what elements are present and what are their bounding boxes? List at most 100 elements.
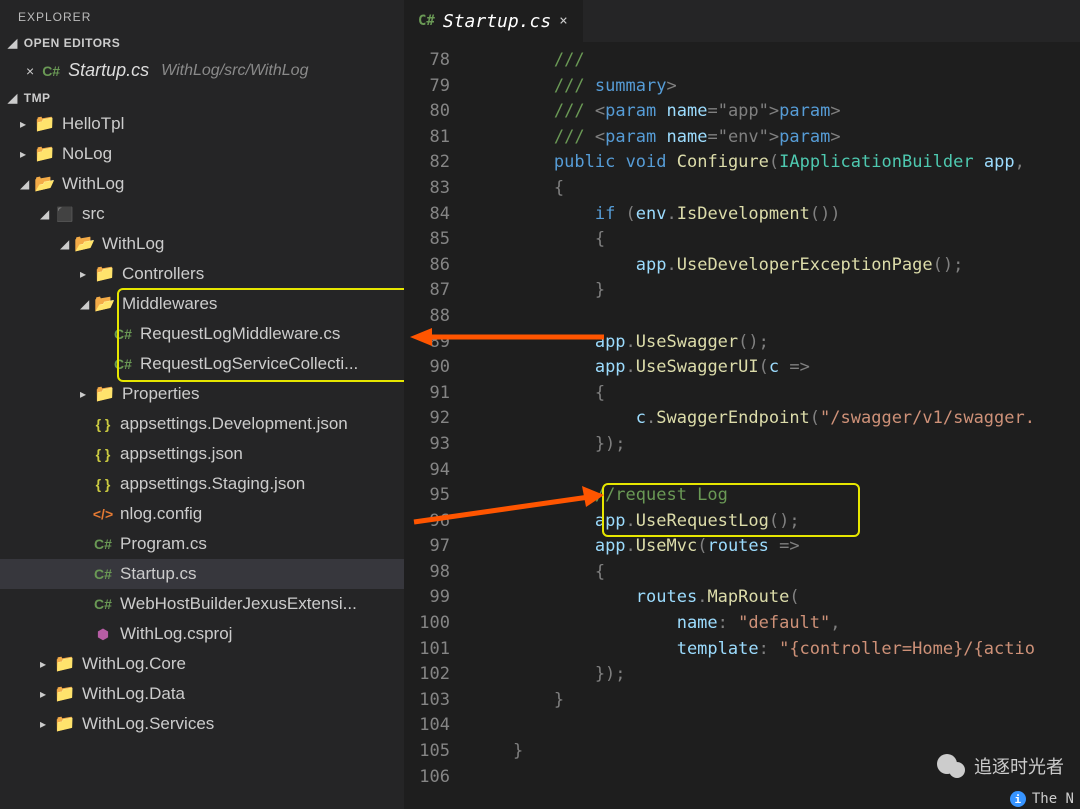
tree-label: WithLog.Services	[82, 714, 214, 734]
folder-icon: 📁	[56, 685, 74, 703]
tree-folder-middlewares[interactable]: ◢📂 Middlewares	[0, 289, 404, 319]
tree-label: WithLog.csproj	[120, 624, 232, 644]
csharp-icon: C#	[42, 63, 60, 79]
tree-label: Controllers	[122, 264, 204, 284]
tree-file[interactable]: { } appsettings.Development.json	[0, 409, 404, 439]
tab-label: Startup.cs	[443, 11, 551, 32]
tree-file[interactable]: C#RequestLogServiceCollecti...	[0, 349, 404, 379]
tree-label: HelloTpl	[62, 114, 124, 134]
open-editor-file[interactable]: × C# Startup.cs WithLog/src/WithLog	[0, 54, 404, 87]
info-icon: i	[1010, 791, 1026, 807]
tree-label: NoLog	[62, 144, 112, 164]
tree-folder[interactable]: ▸📁 Controllers	[0, 259, 404, 289]
code-content[interactable]: /// /// summary> /// <param name="app">p…	[472, 42, 1080, 809]
chevron-down-icon: ◢	[60, 237, 74, 251]
csharp-icon: C#	[94, 565, 112, 583]
tree-label: appsettings.Development.json	[120, 414, 348, 434]
watermark-text: 追逐时光者	[974, 753, 1064, 779]
open-file-name: Startup.cs	[68, 60, 149, 81]
workspace-label: TMP	[24, 91, 51, 105]
tree-file[interactable]: </> nlog.config	[0, 499, 404, 529]
explorer-sidebar: EXPLORER ◢ OPEN EDITORS × C# Startup.cs …	[0, 0, 404, 809]
csharp-icon: C#	[94, 595, 112, 613]
open-editors-label: OPEN EDITORS	[24, 36, 120, 50]
tree-label: WithLog.Data	[82, 684, 185, 704]
status-text: The N	[1032, 791, 1074, 807]
chevron-down-icon: ◢	[80, 297, 94, 311]
chevron-right-icon: ▸	[20, 147, 34, 161]
folder-open-icon: 📂	[96, 295, 114, 313]
tree-file[interactable]: C# Program.cs	[0, 529, 404, 559]
folder-open-icon: 📂	[36, 175, 54, 193]
tree-folder[interactable]: ◢📂 WithLog	[0, 169, 404, 199]
folder-icon: 📁	[96, 265, 114, 283]
line-gutter: 7879808182838485868788899091929394959697…	[404, 42, 472, 809]
explorer-title: EXPLORER	[0, 0, 404, 32]
tree-file[interactable]: ⬢ WithLog.csproj	[0, 619, 404, 649]
tree-folder[interactable]: ▸📁 WithLog.Core	[0, 649, 404, 679]
csharp-icon: C#	[94, 535, 112, 553]
tree-folder[interactable]: ▸📁 Properties	[0, 379, 404, 409]
tabs-bar: C# Startup.cs ×	[404, 0, 1080, 42]
tree-file[interactable]: { } appsettings.Staging.json	[0, 469, 404, 499]
tree-folder[interactable]: ▸📁 WithLog.Services	[0, 709, 404, 739]
open-file-path: WithLog/src/WithLog	[161, 62, 308, 80]
chevron-right-icon: ▸	[40, 687, 54, 701]
tree-folder[interactable]: ◢📂 WithLog	[0, 229, 404, 259]
folder-icon: 📁	[36, 145, 54, 163]
tree-label: src	[82, 204, 105, 224]
tree-label: WebHostBuilderJexusExtensi...	[120, 594, 357, 614]
csharp-icon: C#	[418, 13, 435, 29]
tree-label: nlog.config	[120, 504, 202, 524]
folder-icon: 📁	[56, 715, 74, 733]
chevron-down-icon: ◢	[8, 36, 18, 50]
editor-area: C# Startup.cs × 787980818283848586878889…	[404, 0, 1080, 809]
status-hint: i The N	[1010, 791, 1074, 807]
tree-file[interactable]: { } appsettings.json	[0, 439, 404, 469]
folder-icon: 📁	[96, 385, 114, 403]
tree-label: Properties	[122, 384, 199, 404]
chevron-down-icon: ◢	[8, 91, 18, 105]
src-folder-icon: ⬛	[56, 205, 74, 223]
chevron-right-icon: ▸	[80, 387, 94, 401]
tree-folder[interactable]: ▸📁 HelloTpl	[0, 109, 404, 139]
folder-open-icon: 📂	[76, 235, 94, 253]
open-editors-header[interactable]: ◢ OPEN EDITORS	[0, 32, 404, 54]
tree-label: appsettings.json	[120, 444, 243, 464]
tree-label: RequestLogMiddleware.cs	[140, 324, 340, 344]
tab-startup[interactable]: C# Startup.cs ×	[404, 0, 583, 42]
file-tree: ▸📁HelloTpl ▸📁NoLog ◢📂WithLog ◢⬛src ◢📂Wit…	[0, 109, 404, 809]
watermark: 追逐时光者	[936, 753, 1064, 779]
chevron-right-icon: ▸	[40, 657, 54, 671]
tree-folder[interactable]: ▸📁 NoLog	[0, 139, 404, 169]
csharp-icon: C#	[114, 325, 132, 343]
json-icon: { }	[94, 415, 112, 433]
chevron-right-icon: ▸	[80, 267, 94, 281]
tree-folder[interactable]: ◢⬛src	[0, 199, 404, 229]
wechat-icon	[936, 753, 966, 779]
csproj-icon: ⬢	[94, 625, 112, 643]
close-icon[interactable]: ×	[559, 13, 567, 29]
tree-file-active[interactable]: C#Startup.cs	[0, 559, 404, 589]
tree-label: RequestLogServiceCollecti...	[140, 354, 358, 374]
folder-icon: 📁	[56, 655, 74, 673]
tree-folder[interactable]: ▸📁 WithLog.Data	[0, 679, 404, 709]
tree-file[interactable]: C# RequestLogMiddleware.cs	[0, 319, 404, 349]
close-icon[interactable]: ×	[26, 63, 34, 79]
tree-label: WithLog	[62, 174, 124, 194]
json-icon: { }	[94, 445, 112, 463]
editor-body[interactable]: 7879808182838485868788899091929394959697…	[404, 42, 1080, 809]
chevron-down-icon: ◢	[20, 177, 34, 191]
chevron-right-icon: ▸	[20, 117, 34, 131]
json-icon: { }	[94, 475, 112, 493]
tree-label: Program.cs	[120, 534, 207, 554]
tree-label: Middlewares	[122, 294, 217, 314]
folder-icon: 📁	[36, 115, 54, 133]
tree-label: appsettings.Staging.json	[120, 474, 305, 494]
workspace-header[interactable]: ◢ TMP	[0, 87, 404, 109]
chevron-right-icon: ▸	[40, 717, 54, 731]
tree-file[interactable]: C# WebHostBuilderJexusExtensi...	[0, 589, 404, 619]
tree-label: WithLog.Core	[82, 654, 186, 674]
xml-icon: </>	[94, 505, 112, 523]
tree-label: WithLog	[102, 234, 164, 254]
